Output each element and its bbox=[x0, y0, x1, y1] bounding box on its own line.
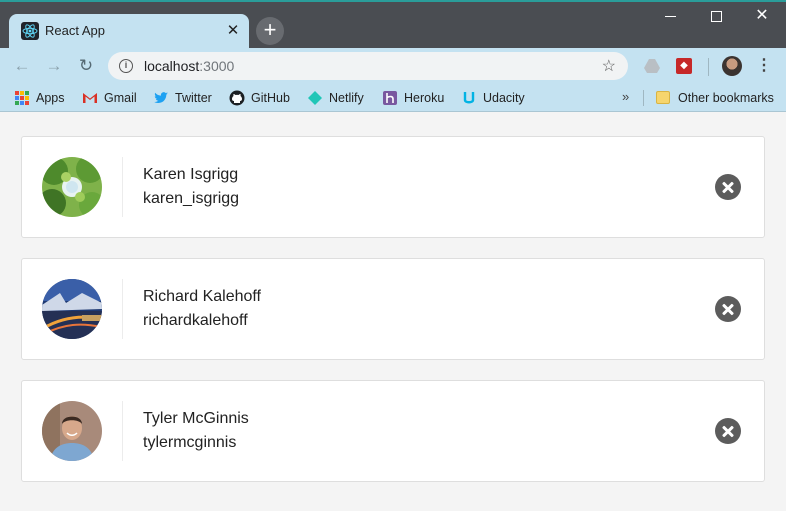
contact-handle: richardkalehoff bbox=[143, 312, 248, 329]
browser-toolbar: ← → ↻ i localhost:3000 ☆ ◆ ⋮ bbox=[0, 48, 786, 84]
info-icon[interactable]: i bbox=[119, 59, 133, 73]
extension-icon[interactable]: ◆ bbox=[676, 58, 692, 74]
contact-card: Richard Kalehoff richardkalehoff bbox=[21, 258, 765, 360]
city-bridge-photo bbox=[42, 279, 102, 339]
bookmarks-overflow-button[interactable]: » bbox=[622, 89, 629, 104]
contact-handle: tylermcginnis bbox=[143, 434, 237, 451]
contact-avatar bbox=[42, 279, 102, 339]
bookmarks-bar: Apps Gmail Twitter GitHub Netlify Heroku bbox=[0, 84, 786, 112]
bookmark-label: GitHub bbox=[251, 91, 290, 105]
google-drive-icon[interactable] bbox=[644, 58, 660, 74]
react-icon bbox=[21, 22, 39, 40]
remove-contact-button[interactable] bbox=[715, 296, 741, 322]
contact-name: Karen Isgrigg bbox=[143, 166, 239, 183]
reload-button[interactable]: ↻ bbox=[76, 56, 96, 76]
forward-button[interactable]: → bbox=[44, 56, 64, 76]
udacity-icon bbox=[463, 92, 475, 104]
contact-handle: karen_isgrigg bbox=[143, 190, 240, 207]
folder-icon bbox=[656, 91, 670, 104]
trees-photo bbox=[42, 157, 102, 217]
bookmark-label: Heroku bbox=[404, 91, 445, 105]
heroku-icon bbox=[383, 91, 397, 105]
url-host: localhost bbox=[144, 58, 200, 74]
bookmark-label: Apps bbox=[36, 91, 65, 105]
remove-contact-button[interactable] bbox=[715, 174, 741, 200]
contact-avatar bbox=[42, 401, 102, 461]
new-tab-button[interactable]: + bbox=[256, 17, 284, 45]
remove-contact-button[interactable] bbox=[715, 418, 741, 444]
avatar-divider bbox=[122, 157, 123, 217]
github-icon bbox=[229, 90, 245, 106]
tab-title: React App bbox=[45, 23, 105, 38]
maximize-button[interactable] bbox=[694, 4, 738, 30]
netlify-icon bbox=[308, 91, 322, 105]
bookmarks-divider bbox=[643, 90, 644, 106]
avatar-divider bbox=[122, 279, 123, 339]
tab-close-icon[interactable]: ✕ bbox=[224, 22, 242, 40]
contact-name: Richard Kalehoff bbox=[143, 288, 261, 305]
contact-card: Tyler McGinnis tylermcginnis bbox=[21, 380, 765, 482]
minimize-icon bbox=[665, 16, 676, 17]
portrait-photo bbox=[42, 401, 102, 461]
apps-grid-icon bbox=[14, 90, 30, 106]
contact-avatar bbox=[42, 157, 102, 217]
contact-name: Tyler McGinnis bbox=[143, 410, 249, 427]
window-titlebar: React App ✕ + ✕ bbox=[0, 0, 786, 48]
other-bookmarks-button[interactable]: Other bookmarks bbox=[678, 91, 774, 105]
minimize-button[interactable] bbox=[648, 4, 692, 30]
tab-react-app[interactable]: React App ✕ bbox=[9, 14, 249, 48]
url-text[interactable]: localhost:3000 bbox=[144, 58, 234, 74]
gmail-icon bbox=[83, 93, 97, 103]
bookmark-label: Netlify bbox=[329, 91, 364, 105]
address-bar[interactable]: i localhost:3000 ☆ bbox=[108, 52, 628, 80]
profile-avatar[interactable] bbox=[722, 56, 742, 76]
bookmark-star-icon[interactable]: ☆ bbox=[602, 56, 616, 76]
close-window-button[interactable]: ✕ bbox=[740, 4, 784, 30]
menu-icon[interactable]: ⋮ bbox=[756, 56, 772, 76]
bookmark-label: Twitter bbox=[175, 91, 212, 105]
bookmark-label: Gmail bbox=[104, 91, 137, 105]
maximize-icon bbox=[711, 11, 722, 22]
toolbar-divider bbox=[708, 58, 709, 76]
bookmark-label: Udacity bbox=[483, 91, 525, 105]
back-button[interactable]: ← bbox=[12, 56, 32, 76]
avatar-divider bbox=[122, 401, 123, 461]
url-port: :3000 bbox=[199, 58, 235, 74]
contact-card: Karen Isgrigg karen_isgrigg bbox=[21, 136, 765, 238]
page-content: Karen Isgrigg karen_isgrigg Richard Kale… bbox=[0, 113, 786, 511]
twitter-icon bbox=[154, 92, 168, 104]
